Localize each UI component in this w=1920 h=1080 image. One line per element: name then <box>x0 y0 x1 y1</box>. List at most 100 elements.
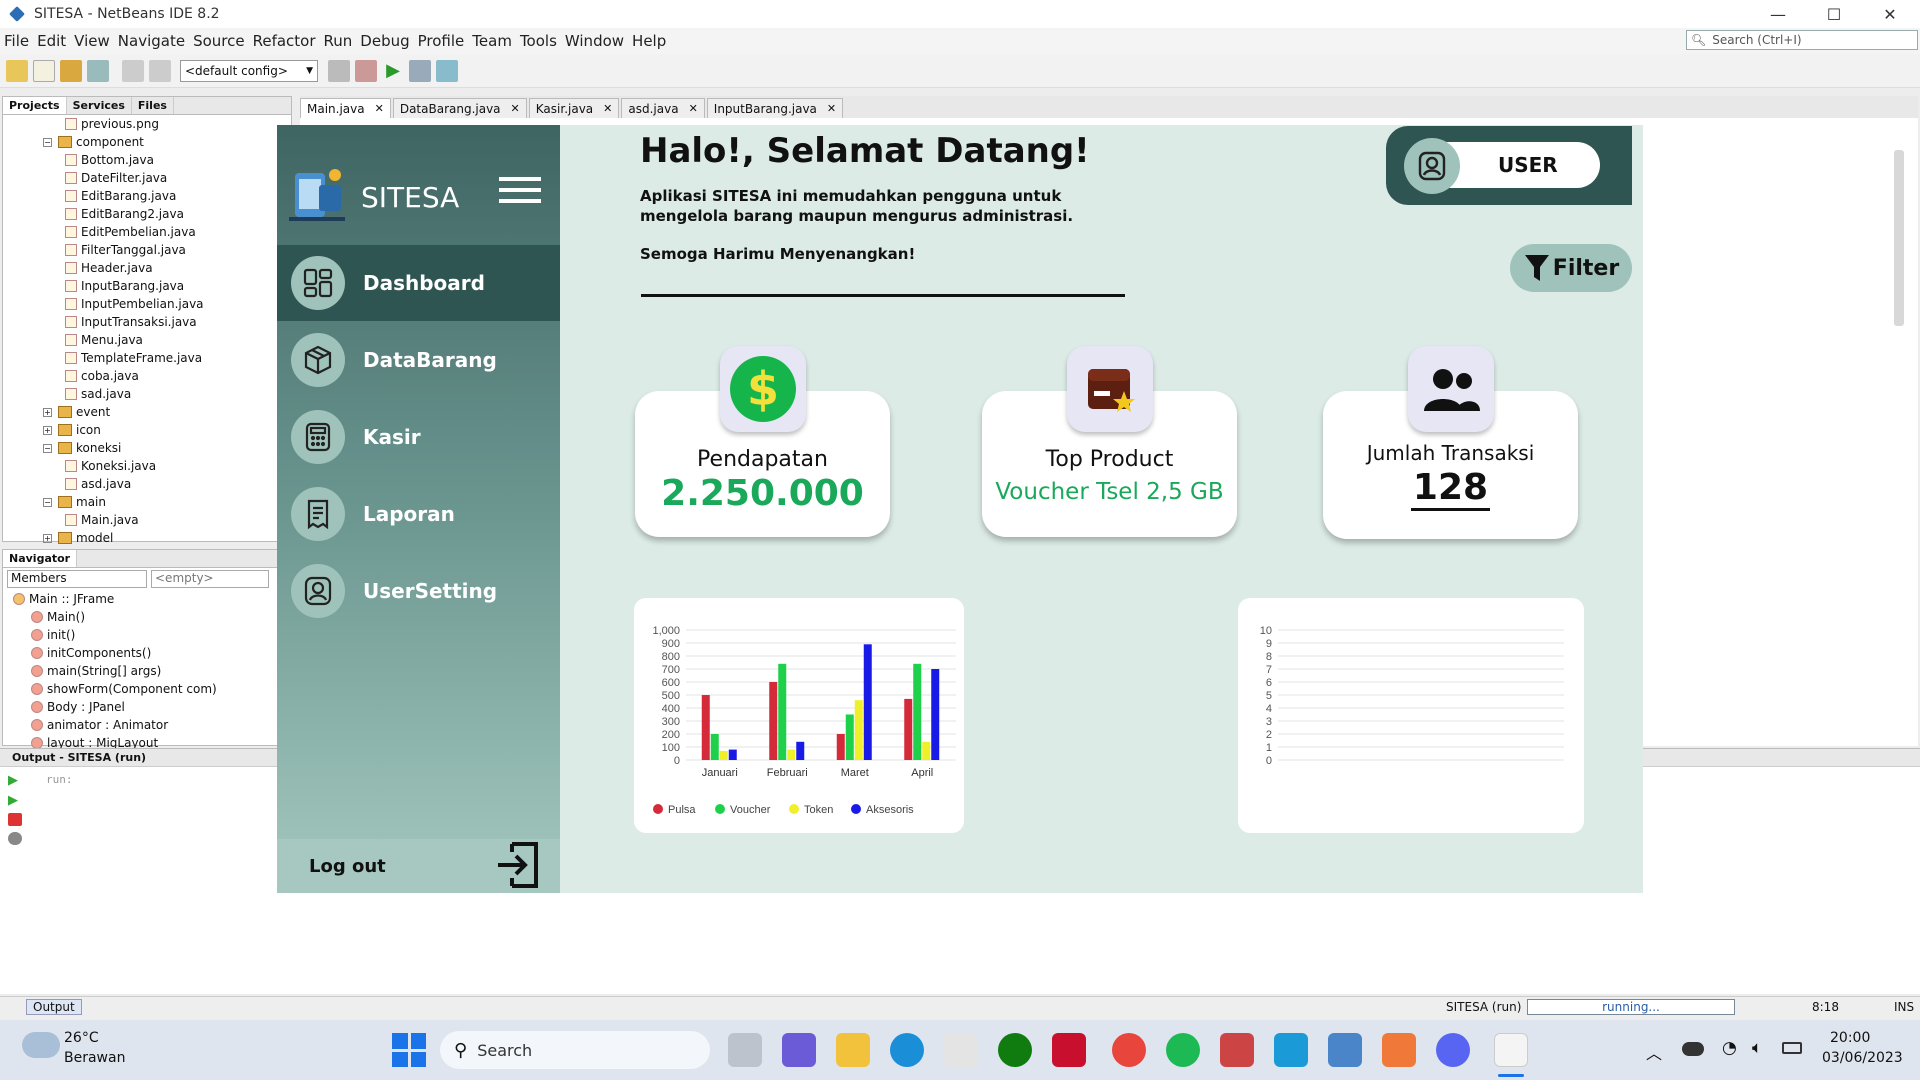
run-icon[interactable]: ▶ <box>382 60 404 82</box>
menu-profile[interactable]: Profile <box>418 32 465 50</box>
stop-icon[interactable] <box>8 813 22 826</box>
tree-file[interactable]: Main.java <box>43 511 291 529</box>
close-icon[interactable]: ✕ <box>827 102 836 115</box>
tree-file[interactable]: asd.java <box>43 475 291 493</box>
maximize-button[interactable]: ☐ <box>1806 0 1862 28</box>
taskbar-search[interactable]: ⚲ Search <box>440 1031 710 1069</box>
battery-icon[interactable] <box>1782 1042 1802 1054</box>
redo-icon[interactable] <box>149 59 171 82</box>
tree-package[interactable]: + event <box>43 403 291 421</box>
user-pill[interactable]: USER <box>1404 138 1600 194</box>
menu-view[interactable]: View <box>74 32 110 50</box>
expand-toggle-icon[interactable]: − <box>43 497 52 507</box>
java-icon[interactable] <box>1494 1033 1528 1067</box>
navigator-item[interactable]: animator : Animator <box>13 716 291 734</box>
menu-refactor[interactable]: Refactor <box>253 32 316 50</box>
mcafee-icon[interactable] <box>1052 1033 1086 1067</box>
menu-source[interactable]: Source <box>193 32 245 50</box>
tree-package[interactable]: − koneksi <box>43 439 291 457</box>
tree-file[interactable]: Menu.java <box>43 331 291 349</box>
tree-file[interactable]: DateFilter.java <box>43 169 291 187</box>
nav-kasir[interactable]: Kasir <box>277 399 560 475</box>
expand-toggle-icon[interactable]: + <box>43 425 52 435</box>
tree-file[interactable]: InputPembelian.java <box>43 295 291 313</box>
rerun-icon[interactable]: ▶ <box>8 773 22 788</box>
new-project-icon[interactable] <box>6 59 28 82</box>
tab-databarang-java[interactable]: DataBarang.java ✕ <box>392 98 527 118</box>
snipping-tool-icon[interactable] <box>1220 1033 1254 1067</box>
xampp-icon[interactable] <box>1382 1033 1416 1067</box>
tree-file[interactable]: Bottom.java <box>43 151 291 169</box>
menu-edit[interactable]: Edit <box>37 32 66 50</box>
navigator-item[interactable]: initComponents() <box>13 644 291 662</box>
tree-file[interactable]: previous.png <box>43 115 291 133</box>
tree-package[interactable]: − component <box>43 133 291 151</box>
tree-package[interactable]: + icon <box>43 421 291 439</box>
onedrive-icon[interactable] <box>1682 1042 1704 1056</box>
nav-laporan[interactable]: Laporan <box>277 476 560 552</box>
tab-inputbarang-java[interactable]: InputBarang.java ✕ <box>706 98 844 118</box>
minimize-button[interactable]: — <box>1750 0 1806 28</box>
profile-icon[interactable] <box>436 59 458 82</box>
tab-asd-java[interactable]: asd.java ✕ <box>621 98 705 118</box>
expand-toggle-icon[interactable]: + <box>43 407 52 417</box>
build-icon[interactable] <box>328 59 350 82</box>
tree-file[interactable]: InputBarang.java <box>43 277 291 295</box>
menu-help[interactable]: Help <box>632 32 666 50</box>
config-select[interactable]: <default config> ▼ <box>180 59 318 82</box>
filter-button[interactable]: Filter <box>1510 244 1632 292</box>
tree-file[interactable]: Header.java <box>43 259 291 277</box>
close-button[interactable]: ✕ <box>1862 0 1918 28</box>
tree-file[interactable]: EditBarang.java <box>43 187 291 205</box>
save-all-icon[interactable] <box>87 59 109 82</box>
settings-icon[interactable] <box>8 832 22 845</box>
chrome-icon[interactable] <box>1112 1033 1146 1067</box>
task-view-icon[interactable] <box>728 1033 762 1067</box>
debug-icon[interactable] <box>409 59 431 82</box>
undo-icon[interactable] <box>122 59 144 82</box>
scope-select[interactable]: <empty> <box>151 570 269 588</box>
menu-tools[interactable]: Tools <box>520 32 557 50</box>
navigator-item[interactable]: main(String[] args) <box>13 662 291 680</box>
navigator-item[interactable]: Main :: JFrame <box>13 590 291 608</box>
new-file-icon[interactable] <box>33 59 55 82</box>
volume-icon[interactable]: 🔈︎ <box>1752 1038 1762 1058</box>
tree-file[interactable]: InputTransaksi.java <box>43 313 291 331</box>
discord-icon[interactable] <box>1436 1033 1470 1067</box>
tree-file[interactable]: Koneksi.java <box>43 457 291 475</box>
rerun-params-icon[interactable]: ▶ <box>8 793 22 808</box>
navigator-item[interactable]: Body : JPanel <box>13 698 291 716</box>
tab-files[interactable]: Files <box>132 97 174 114</box>
tree-package[interactable]: + model <box>43 529 291 547</box>
edge-icon[interactable] <box>890 1033 924 1067</box>
nav-databarang[interactable]: DataBarang <box>277 322 560 398</box>
tab-projects[interactable]: Projects <box>3 97 67 114</box>
navigator-item[interactable]: Main() <box>13 608 291 626</box>
expand-toggle-icon[interactable]: − <box>43 443 52 453</box>
menu-team[interactable]: Team <box>472 32 512 50</box>
file-explorer-icon[interactable] <box>836 1033 870 1067</box>
tree-file[interactable]: sad.java <box>43 385 291 403</box>
menu-file[interactable]: File <box>4 32 29 50</box>
output-tab[interactable]: Output <box>26 999 82 1015</box>
hamburger-menu-icon[interactable] <box>499 177 541 203</box>
nav-dashboard[interactable]: Dashboard <box>277 245 560 321</box>
clean-build-icon[interactable] <box>355 59 377 82</box>
close-icon[interactable]: ✕ <box>689 102 698 115</box>
logout-button[interactable]: Log out <box>277 839 560 893</box>
close-icon[interactable]: ✕ <box>375 102 384 115</box>
open-project-icon[interactable] <box>60 59 82 82</box>
menu-navigate[interactable]: Navigate <box>118 32 185 50</box>
tree-package[interactable]: − main <box>43 493 291 511</box>
windows-start-icon[interactable] <box>392 1033 426 1067</box>
chevron-up-icon[interactable]: ︿ <box>1646 1040 1662 1064</box>
expand-toggle-icon[interactable]: + <box>43 533 52 543</box>
ide-search-box[interactable]: 🔍︎ Search (Ctrl+I) <box>1686 30 1918 50</box>
tree-file[interactable]: EditBarang2.java <box>43 205 291 223</box>
launcher-icon[interactable] <box>1274 1033 1308 1067</box>
virtualbox-icon[interactable] <box>1328 1033 1362 1067</box>
menu-window[interactable]: Window <box>565 32 624 50</box>
close-icon[interactable]: ✕ <box>603 102 612 115</box>
spotify-icon[interactable] <box>1166 1033 1200 1067</box>
teams-icon[interactable] <box>782 1033 816 1067</box>
